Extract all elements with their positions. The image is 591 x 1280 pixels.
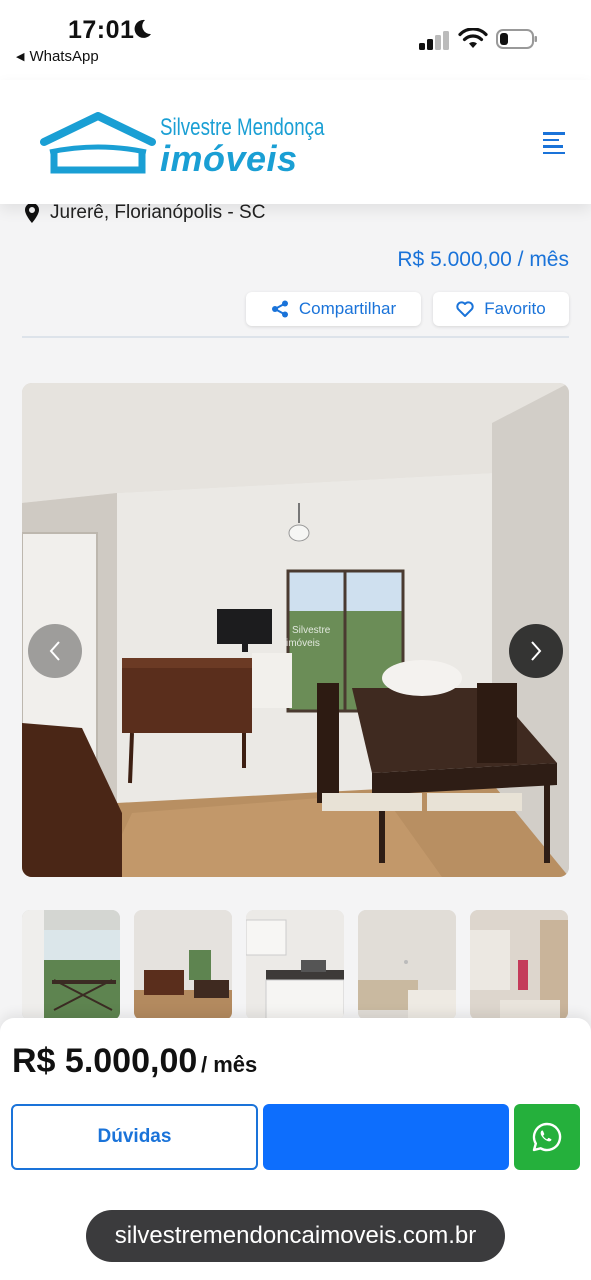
cellular-signal-icon xyxy=(419,31,449,50)
moon-icon xyxy=(134,19,151,38)
gallery-thumbnail[interactable] xyxy=(470,910,568,1020)
gallery-next-button[interactable] xyxy=(509,624,563,678)
gallery-thumbnail[interactable] xyxy=(358,910,456,1020)
favorite-label: Favorito xyxy=(484,299,546,318)
listing-actions: Compartilhar Favorito xyxy=(246,292,569,326)
thumbnail-balcony-image xyxy=(22,910,120,1020)
hamburger-menu-icon[interactable] xyxy=(543,132,565,154)
favorite-button[interactable]: Favorito xyxy=(433,292,569,326)
gallery-main-photo[interactable]: Silvestre imóveis xyxy=(22,383,569,877)
wifi-icon xyxy=(458,28,488,48)
living-room-photo: Silvestre imóveis xyxy=(22,383,569,877)
bottom-contact-bar: R$ 5.000,00 / mês Dúvidas silvestremendo… xyxy=(0,1018,591,1280)
section-divider xyxy=(22,336,569,338)
share-icon xyxy=(271,300,288,318)
primary-contact-button[interactable] xyxy=(263,1104,509,1170)
gallery-prev-button[interactable] xyxy=(28,624,82,678)
back-to-app-link[interactable]: ◀ WhatsApp xyxy=(16,48,99,65)
gallery-thumbnails xyxy=(22,910,568,1020)
listing-price: R$ 5.000,00 / mês xyxy=(397,248,569,271)
share-label: Compartilhar xyxy=(298,299,397,318)
site-logo[interactable]: Silvestre Mendonça imóveis xyxy=(40,112,324,179)
house-logo-icon xyxy=(40,112,156,174)
chevron-right-icon xyxy=(531,641,542,661)
status-time: 17:01 xyxy=(68,16,135,44)
browser-url-bar[interactable]: silvestremendoncaimoveis.com.br xyxy=(86,1210,505,1262)
logo-text-imoveis: imóveis xyxy=(160,138,298,179)
back-triangle-icon: ◀ xyxy=(16,51,25,63)
bottom-price: R$ 5.000,00 xyxy=(12,1042,198,1080)
status-bar: 17:01 ◀ WhatsApp xyxy=(0,0,591,80)
site-header: Silvestre Mendonça imóveis xyxy=(0,80,591,204)
map-pin-icon xyxy=(25,203,39,223)
whatsapp-button[interactable] xyxy=(514,1104,580,1170)
photo-watermark: Silvestre xyxy=(292,625,331,636)
battery-icon xyxy=(496,29,537,49)
thumbnail-living-room-image xyxy=(134,910,232,1020)
duvidas-button[interactable]: Dúvidas xyxy=(11,1104,258,1170)
share-button[interactable]: Compartilhar xyxy=(246,292,421,326)
whatsapp-icon xyxy=(532,1122,562,1152)
listing-location: Jurerê, Florianópolis - SC xyxy=(24,202,265,224)
back-app-label: WhatsApp xyxy=(29,48,99,65)
thumbnail-kitchen-image xyxy=(246,910,344,1020)
gallery-thumbnail[interactable] xyxy=(246,910,344,1020)
photo-watermark-sub: imóveis xyxy=(286,638,320,649)
thumbnail-bathroom-image xyxy=(470,910,568,1020)
browser-url-text: silvestremendoncaimoveis.com.br xyxy=(114,1222,477,1249)
gallery-thumbnail[interactable] xyxy=(22,910,120,1020)
thumbnail-bedroom-image xyxy=(358,910,456,1020)
duvidas-label: Dúvidas xyxy=(97,1126,172,1147)
gallery-thumbnail[interactable] xyxy=(134,910,232,1020)
heart-icon xyxy=(456,301,474,317)
location-text: Jurerê, Florianópolis - SC xyxy=(50,202,266,223)
chevron-left-icon xyxy=(49,641,60,661)
bottom-price-period: / mês xyxy=(201,1052,258,1077)
